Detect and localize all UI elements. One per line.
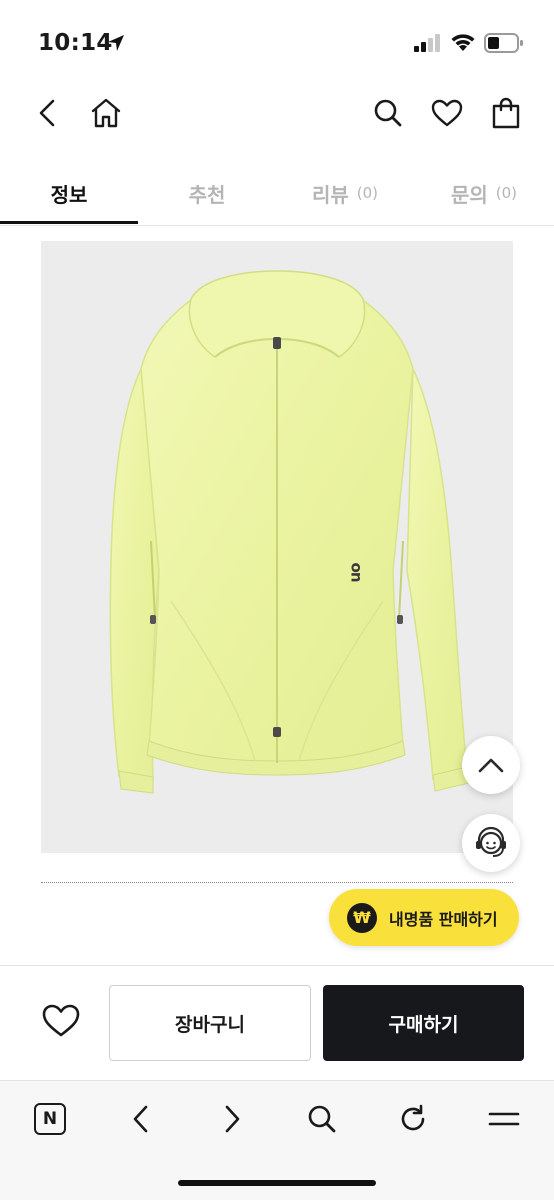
active-tab-indicator xyxy=(0,221,138,224)
heart-outline-icon xyxy=(42,1004,80,1037)
browser-search-button[interactable] xyxy=(298,1095,346,1143)
sell-luxury-button[interactable]: ₩ 내명품 판매하기 xyxy=(329,889,519,946)
back-arrow-icon xyxy=(133,1105,148,1133)
search-button[interactable] xyxy=(364,88,412,138)
shopping-bag-button[interactable] xyxy=(482,88,530,138)
top-nav xyxy=(0,88,554,148)
home-button[interactable] xyxy=(82,88,130,138)
browser-forward-button[interactable] xyxy=(208,1095,256,1143)
purchase-bar: 장바구니 구매하기 xyxy=(0,965,554,1080)
naver-n-icon: N xyxy=(34,1103,66,1135)
status-time: 10:14 xyxy=(38,30,113,56)
browser-back-button[interactable] xyxy=(117,1095,165,1143)
tab-info[interactable]: 정보 xyxy=(0,160,138,226)
location-arrow-icon xyxy=(108,35,124,51)
won-coin-icon: ₩ xyxy=(347,902,377,933)
scroll-top-button[interactable] xyxy=(462,736,520,794)
status-bar: 10:14 xyxy=(0,0,554,88)
chevron-up-icon xyxy=(478,758,504,773)
refresh-icon xyxy=(401,1104,425,1131)
signal-icon xyxy=(414,34,440,52)
forward-arrow-icon xyxy=(225,1105,240,1133)
home-indicator xyxy=(178,1180,376,1186)
battery-icon xyxy=(484,33,523,53)
wishlist-button[interactable] xyxy=(423,88,471,138)
jacket-illustration xyxy=(109,270,470,794)
wifi-icon xyxy=(451,34,475,51)
search-icon xyxy=(308,1105,336,1133)
customer-support-button[interactable] xyxy=(462,814,520,872)
tab-inquiries-label: 문의 xyxy=(450,182,488,207)
tab-inquiries-count: (0) xyxy=(495,184,518,202)
buy-now-button[interactable]: 구매하기 xyxy=(323,985,524,1061)
browser-refresh-button[interactable] xyxy=(389,1095,437,1143)
tab-reviews-count: (0) xyxy=(356,184,379,202)
browser-menu-button[interactable] xyxy=(480,1095,528,1143)
naver-home-button[interactable]: N xyxy=(26,1095,74,1143)
back-button[interactable] xyxy=(24,88,72,138)
product-tabs: 정보 추천 리뷰 (0) 문의 (0) xyxy=(0,160,554,226)
add-to-cart-button[interactable]: 장바구니 xyxy=(109,985,311,1061)
headset-agent-icon xyxy=(476,826,506,857)
heart-icon xyxy=(431,99,463,127)
brand-logo: on xyxy=(347,562,366,582)
shopping-bag-icon xyxy=(492,97,520,129)
menu-icon xyxy=(488,1112,520,1126)
sell-luxury-label: 내명품 판매하기 xyxy=(389,909,498,929)
home-icon xyxy=(91,98,121,128)
tab-reviews[interactable]: 리뷰 (0) xyxy=(276,160,414,226)
tab-recommend-label: 추천 xyxy=(188,182,226,207)
tab-recommend[interactable]: 추천 xyxy=(138,160,276,226)
back-icon xyxy=(39,99,55,127)
tab-reviews-label: 리뷰 xyxy=(311,182,349,207)
wish-button[interactable] xyxy=(36,996,86,1046)
tab-info-label: 정보 xyxy=(50,182,88,207)
product-image[interactable]: on xyxy=(41,241,513,853)
tab-inquiries[interactable]: 문의 (0) xyxy=(414,160,554,226)
section-divider xyxy=(41,882,513,883)
search-icon xyxy=(374,99,402,127)
